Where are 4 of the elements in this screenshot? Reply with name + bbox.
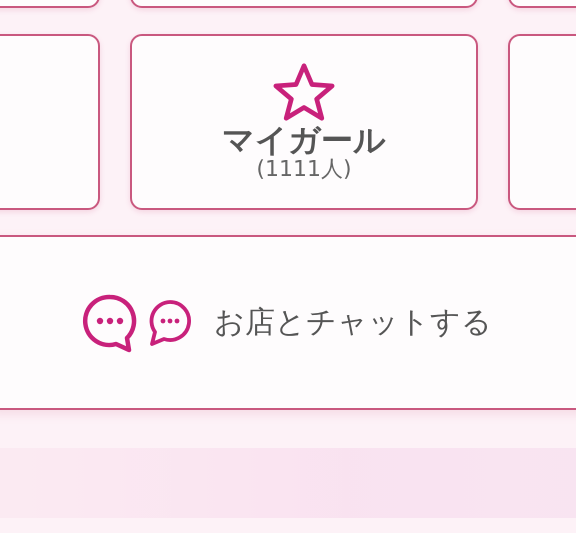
my-girl-button[interactable]: マイガール (1111人) bbox=[130, 34, 478, 210]
star-icon bbox=[271, 62, 337, 122]
chat-with-shop-button[interactable]: お店とチャットする bbox=[0, 235, 576, 410]
chat-bubble-icon bbox=[82, 292, 138, 352]
